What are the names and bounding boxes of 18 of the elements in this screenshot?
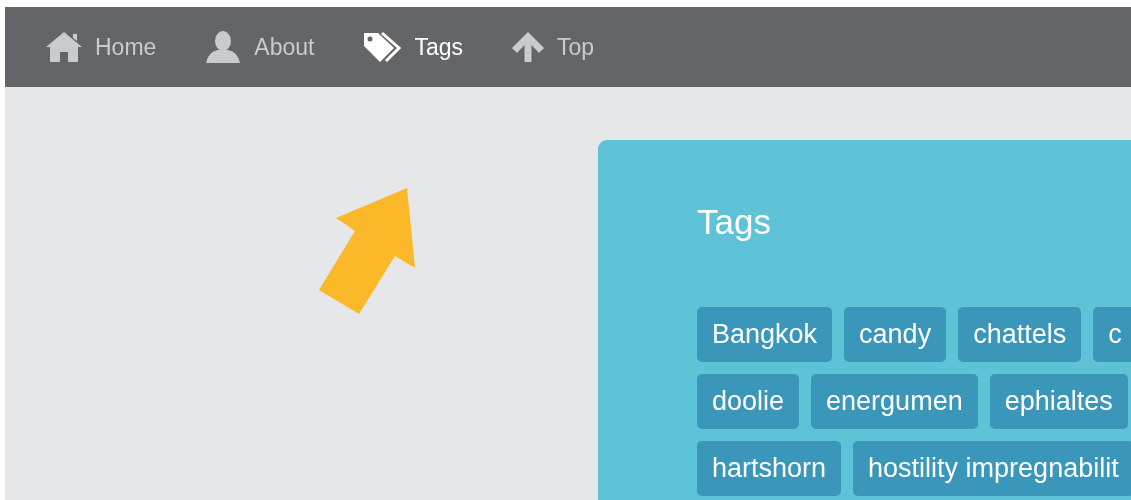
- tag-link[interactable]: doolie: [697, 374, 800, 429]
- tags-icon: [362, 31, 403, 63]
- up-arrow-icon: [511, 31, 546, 63]
- nav-link[interactable]: Home: [45, 31, 157, 63]
- panel-title: Tags: [697, 202, 772, 242]
- tag-link[interactable]: Bangkok: [697, 307, 833, 362]
- tag-link[interactable]: ephialtes: [989, 374, 1128, 429]
- tag-link[interactable]: candy: [844, 307, 947, 362]
- person-icon: [204, 31, 243, 63]
- home-icon: [45, 31, 83, 63]
- nav-link[interactable]: About: [204, 31, 315, 63]
- tag-link[interactable]: chattels: [958, 307, 1082, 362]
- nav-link[interactable]: Tags: [362, 31, 464, 63]
- tag-link[interactable]: hartshorn: [697, 441, 842, 496]
- tag-link[interactable]: hostility impregnabilit: [853, 441, 1131, 496]
- tag-link[interactable]: c: [1093, 307, 1131, 362]
- nav-link[interactable]: Top: [511, 31, 595, 63]
- tag-link[interactable]: energumen: [811, 374, 978, 429]
